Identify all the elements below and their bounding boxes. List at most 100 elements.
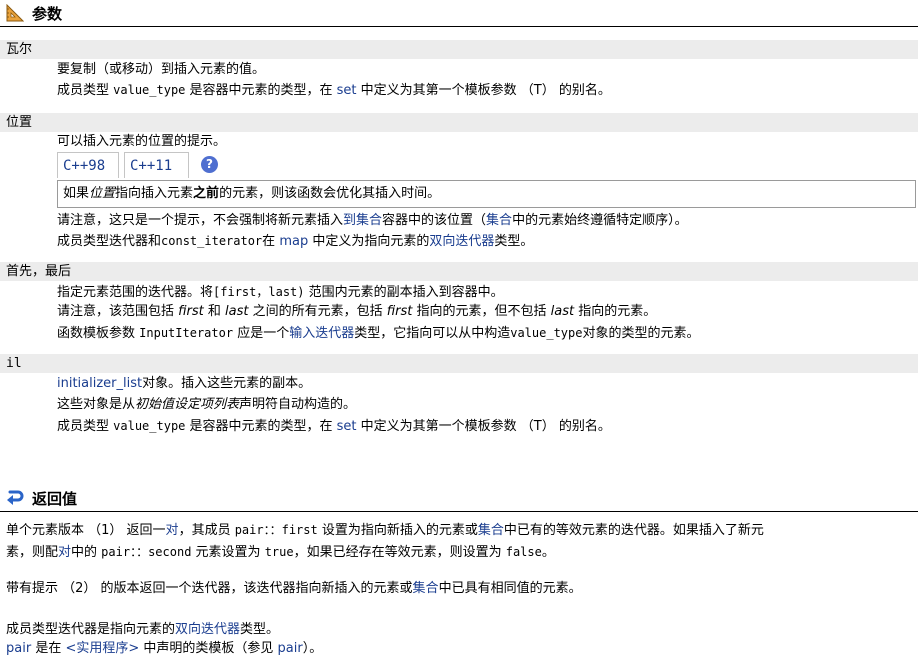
- text: ）。: [302, 641, 323, 656]
- text: 这些对象是从: [57, 397, 136, 412]
- text: 是在: [31, 641, 66, 656]
- text: 可以插入元素的位置的提示。: [57, 134, 227, 149]
- text: 成员类型迭代器和: [57, 234, 162, 249]
- code-input-iterator: InputIterator: [139, 326, 234, 340]
- text: 和: [203, 304, 226, 319]
- parameters-header: 参数: [0, 0, 918, 27]
- return-value-title: 返回值: [32, 490, 78, 508]
- text: 中已具有相同值的元素。: [438, 581, 582, 596]
- text: 成员类型: [57, 419, 114, 434]
- text: 是容器中元素的类型，在: [185, 419, 337, 434]
- text: 的元素，则该函数会优化其插入时间。: [219, 186, 441, 201]
- code-value-type: value_type: [113, 83, 186, 97]
- code-const-iterator: const_iterator: [161, 234, 263, 248]
- code-false: false: [505, 545, 542, 559]
- link-set[interactable]: set: [337, 83, 357, 98]
- parameters-title: 参数: [32, 5, 63, 23]
- text: 对象的类型的元素。: [582, 326, 700, 341]
- il-desc-line2: 这些对象是从初始值设定项列表声明符自动构造的。: [57, 396, 356, 414]
- val-desc-line2: 成员类型 value_type 是容器中元素的类型，在 set 中定义为其第一个…: [57, 81, 611, 100]
- link-set[interactable]: 集合: [486, 213, 512, 228]
- return-value-header: 返回值: [0, 485, 918, 512]
- link-pair[interactable]: 对: [166, 523, 179, 538]
- link-set[interactable]: set: [337, 419, 357, 434]
- text: 指向的元素。: [574, 304, 657, 319]
- text: 带有提示 （2） 的版本返回一个迭代器，该迭代器指向新插入的元素或: [6, 581, 413, 596]
- help-icon[interactable]: ?: [201, 156, 218, 173]
- position-note-box: 如果位置指向插入元素之前的元素，则该函数会优化其插入时间。: [57, 180, 916, 208]
- text: 类型。: [494, 234, 534, 249]
- param-name-il: il: [0, 354, 918, 373]
- text: 中定义为其第一个模板参数 （T） 的别名。: [356, 83, 611, 98]
- link-input-iterator[interactable]: 输入迭代器: [289, 326, 354, 341]
- position-desc-line1: 可以插入元素的位置的提示。: [57, 133, 226, 151]
- il-desc-line3: 成员类型 value_type 是容器中元素的类型，在 set 中定义为其第一个…: [57, 417, 611, 436]
- link-to-set[interactable]: 到集合: [343, 213, 382, 228]
- text: 。: [541, 545, 555, 560]
- text: 应是一个: [233, 326, 290, 341]
- ruler-triangle-icon: [6, 4, 24, 22]
- link-map[interactable]: map: [279, 234, 308, 249]
- text: 素，则配: [6, 545, 59, 560]
- link-set[interactable]: 集合: [413, 581, 439, 596]
- code-value-type: value_type: [113, 419, 186, 433]
- tab-cpp11[interactable]: C++11: [124, 152, 189, 178]
- link-pair[interactable]: pair: [278, 641, 303, 656]
- return-p1-line2: 素，则配对中的 pair：：second 元素设置为 true，如果已经存在等效…: [6, 541, 555, 564]
- text: ，如果已经存在等效元素，则设置为: [293, 545, 506, 560]
- text: 中的元素始终遵循特定顺序）。: [512, 213, 688, 228]
- text: ，其成员: [178, 523, 235, 538]
- link-utility[interactable]: <实用程序>: [65, 641, 139, 656]
- link-set[interactable]: 集合: [478, 523, 504, 538]
- code-value-type: value_type: [510, 326, 583, 340]
- first-last-desc-line3: 函数模板参数 InputIterator 应是一个输入迭代器类型，它指向可以从中…: [57, 324, 700, 343]
- param-name-first-last: 首先，最后: [0, 262, 918, 281]
- em-position: 位置: [89, 186, 116, 201]
- strong-before: 之前: [193, 186, 220, 201]
- link-initializer-list[interactable]: initializer_list: [57, 376, 142, 391]
- text: 指向插入元素: [115, 186, 194, 201]
- text: 是容器中元素的类型，在: [185, 83, 337, 98]
- text: 容器中的该位置（: [382, 213, 487, 228]
- text: 声明符自动构造的。: [239, 397, 357, 412]
- param-name-val: 瓦尔: [0, 40, 918, 59]
- val-desc-line1: 要复制（或移动）到插入元素的值。: [57, 61, 265, 79]
- text: 中定义为其第一个模板参数 （T） 的别名。: [356, 419, 611, 434]
- code-pair-second: pair：：second: [101, 545, 192, 559]
- text: 如果: [63, 186, 90, 201]
- em-last: last: [550, 304, 575, 319]
- text: 单个元素版本 （1） 返回一: [6, 523, 166, 538]
- text: 指定元素范围的迭代器。将: [57, 285, 214, 300]
- text: 指向的元素，但不包括: [412, 304, 551, 319]
- text: 成员类型: [57, 83, 114, 98]
- return-p1-line1: 单个元素版本 （1） 返回一对，其成员 pair：：first 设置为指向新插入…: [6, 519, 764, 542]
- position-desc-line4: 成员类型迭代器和const_iterator在 map 中定义为指向元素的双向迭…: [57, 232, 533, 251]
- link-pair[interactable]: pair: [6, 641, 31, 656]
- tab-cpp98[interactable]: C++98: [57, 152, 119, 178]
- text: 请注意，该范围包括: [57, 304, 179, 319]
- text: 函数模板参数: [57, 326, 140, 341]
- link-bidirectional-iterator[interactable]: 双向迭代器: [175, 622, 240, 637]
- link-pair[interactable]: 对: [58, 545, 71, 560]
- text: 对象。插入这些元素的副本。: [142, 376, 312, 391]
- text: 中声明的类模板（参见: [139, 641, 278, 656]
- text: 请注意，这只是一个提示，不会强制将新元素插入: [57, 213, 344, 228]
- em-initializer-list: 初始值设定项列表: [135, 397, 240, 412]
- il-desc-line1: initializer_list对象。插入这些元素的副本。: [57, 375, 311, 393]
- code-pair-first: pair：：first: [234, 523, 318, 537]
- text: 设置为指向新插入的元素或: [317, 523, 478, 538]
- text: 之间的所有元素，包括: [248, 304, 387, 319]
- text: 类型。: [240, 622, 280, 637]
- text: 类型，它指向可以从中构造: [354, 326, 511, 341]
- val-desc-text: 要复制（或移动）到插入元素的值。: [57, 62, 266, 77]
- code-true: true: [264, 545, 294, 559]
- text: 中定义为指向元素的: [308, 234, 430, 249]
- code-range: [first，last): [213, 285, 305, 299]
- text: 中的: [71, 545, 102, 560]
- link-bidirectional-iterator[interactable]: 双向迭代器: [429, 234, 494, 249]
- text: 中已有的等效元素的迭代器。如果插入了新元: [503, 523, 764, 538]
- text: 范围内元素的副本插入到容器中。: [304, 285, 504, 300]
- return-arrow-icon: [7, 490, 24, 505]
- return-p2: 带有提示 （2） 的版本返回一个迭代器，该迭代器指向新插入的元素或集合中已具有相…: [6, 578, 582, 600]
- em-first: first: [386, 304, 413, 319]
